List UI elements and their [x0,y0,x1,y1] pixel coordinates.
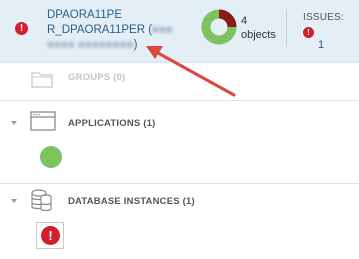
issues-summary[interactable]: ! 1 [303,26,324,51]
blurred-text: ■■■■ ■■■■■■■■ [47,39,134,51]
database-icon [31,189,52,212]
issue-icon: ! [303,26,314,38]
donut-red-segment [218,9,237,28]
objects-count: 4 [241,15,248,27]
database-instances-section: DATABASE INSTANCES (1) ! [0,184,359,259]
window-icon [30,111,56,131]
issues-label: ISSUES: [303,12,344,23]
system-header: ! DPAORA11PE R_DPAORA11PER (■■■ ■■■■ ■■■… [0,0,359,63]
system-name-link[interactable]: DPAORA11PE R_DPAORA11PER (■■■ ■■■■ ■■■■■… [47,8,177,53]
critical-issue-icon[interactable]: ! [15,22,28,35]
critical-issue-icon: ! [41,226,60,245]
system-name-line-1: DPAORA11PE [47,9,122,21]
database-instances-label[interactable]: DATABASE INSTANCES (1) [68,196,195,207]
applications-section: APPLICATIONS (1) [0,101,359,184]
blurred-text: ■■■ [152,24,173,36]
collapse-caret-icon[interactable] [11,199,17,203]
folder-icon [31,72,53,88]
objects-donut-chart[interactable] [201,9,237,45]
system-name-line-2: R_DPAORA11PER ( [47,24,153,36]
applications-label[interactable]: APPLICATIONS (1) [68,118,155,129]
system-name-line-3-end: ) [133,39,138,51]
database-instance-tile[interactable]: ! [36,222,64,249]
application-status-icon[interactable] [40,146,62,168]
issues-count: 1 [318,39,325,51]
groups-section: GROUPS (0) [0,63,359,101]
objects-label: objects [241,29,276,41]
header-divider [286,10,287,46]
objects-summary[interactable]: 4 objects [241,14,276,42]
collapse-caret-icon[interactable] [11,121,17,125]
groups-label: GROUPS (0) [68,72,126,83]
